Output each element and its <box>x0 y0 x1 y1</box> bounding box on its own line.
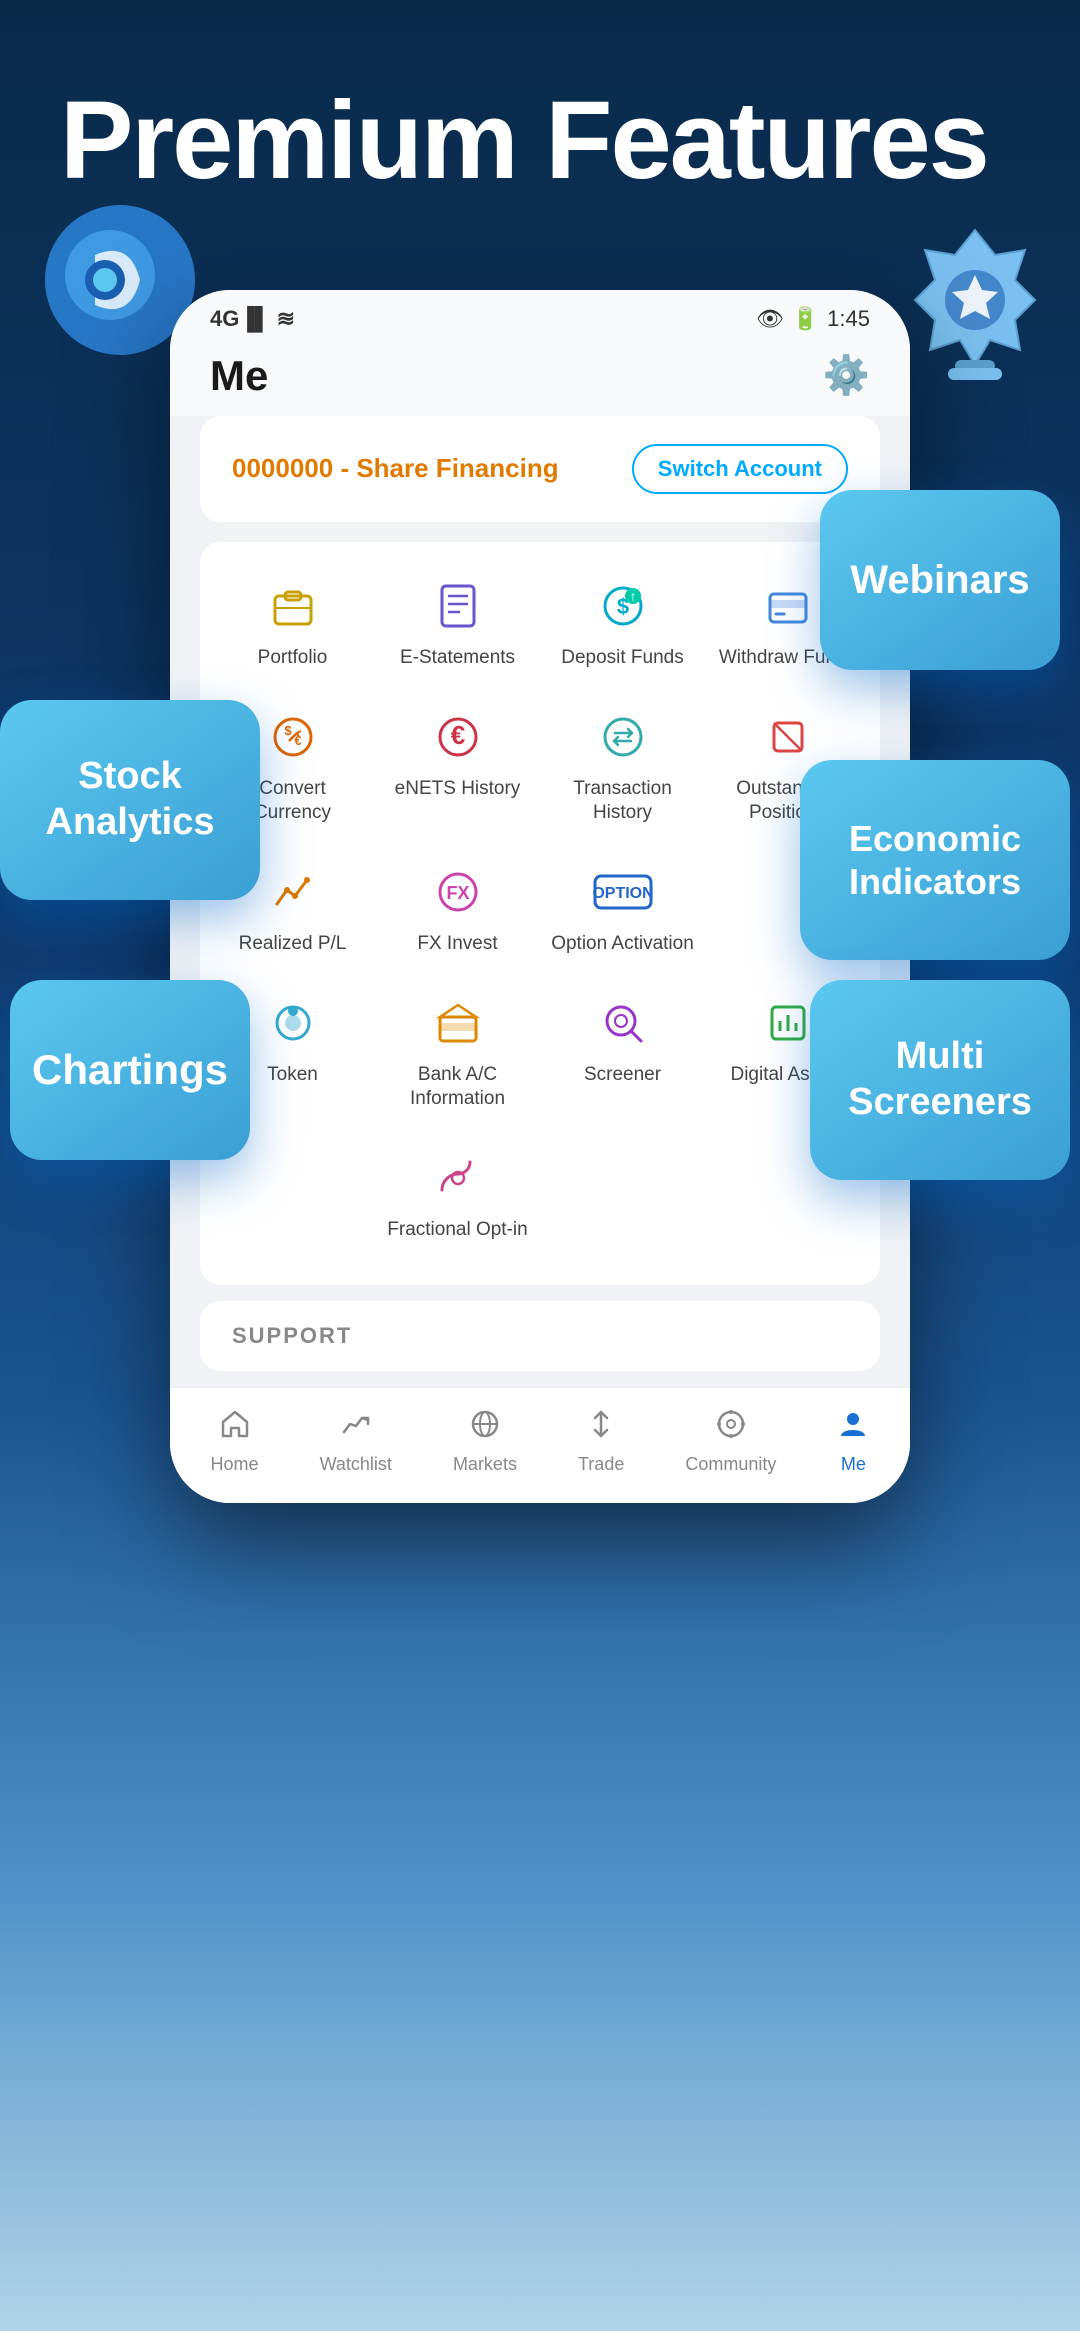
trade-icon <box>585 1408 617 1448</box>
account-name: 0000000 - Share Financing <box>232 452 559 486</box>
menu-grid: Portfolio E-Statements $↑ Deposit Funds <box>200 542 880 1285</box>
menu-row-1: Portfolio E-Statements $↑ Deposit Funds <box>210 562 870 683</box>
svg-text:FX: FX <box>446 883 469 903</box>
outstanding-icon <box>756 705 820 769</box>
stock-analytics-bubble: Stock Analytics <box>0 700 260 900</box>
home-icon <box>219 1408 251 1448</box>
bank-icon <box>426 991 490 1055</box>
watchlist-icon <box>340 1408 372 1448</box>
portfolio-icon <box>261 574 325 638</box>
menu-row-3: Realized P/L FX FX Invest OPTION Option … <box>210 848 870 969</box>
community-icon <box>715 1408 747 1448</box>
phone-screen: 4G▐▌ ≋ 👁 🔋 1:45 Me ⚙️ 0000000 - Share Fi… <box>170 290 910 1503</box>
award-badge <box>900 220 1050 380</box>
token-icon <box>261 991 325 1055</box>
portfolio-label: Portfolio <box>258 646 328 671</box>
menu-item-estatement[interactable]: E-Statements <box>378 562 538 683</box>
nav-community-label: Community <box>685 1454 776 1475</box>
svg-text:↑: ↑ <box>629 588 636 604</box>
menu-item-fractional[interactable]: Fractional Opt-in <box>378 1134 538 1255</box>
signal-indicator: 4G▐▌ ≋ <box>210 306 295 332</box>
multi-screeners-bubble: Multi Screeners <box>810 980 1070 1180</box>
menu-item-empty2 <box>543 1134 703 1255</box>
convert-icon: $€ <box>261 705 325 769</box>
option-icon: OPTION <box>591 860 655 924</box>
deposit-icon: $↑ <box>591 574 655 638</box>
nav-me-label: Me <box>841 1454 866 1475</box>
enets-label: eNETS History <box>395 777 521 802</box>
screener-icon <box>591 991 655 1055</box>
menu-row-2: $€ Convert Currency € eNETS History Tran… <box>210 693 870 838</box>
eye-icon: 👁 <box>756 306 784 332</box>
screener-label: Screener <box>584 1063 661 1088</box>
menu-item-option[interactable]: OPTION Option Activation <box>543 848 703 969</box>
fx-label: FX Invest <box>417 932 497 957</box>
nav-trade[interactable]: Trade <box>578 1408 624 1475</box>
economic-indicators-bubble: Economic Indicators <box>800 760 1070 960</box>
bank-label: Bank A/C Information <box>384 1063 532 1112</box>
menu-item-screener[interactable]: Screener <box>543 979 703 1124</box>
menu-item-deposit[interactable]: $↑ Deposit Funds <box>543 562 703 683</box>
transaction-icon <box>591 705 655 769</box>
svg-text:€: € <box>450 720 464 750</box>
menu-item-portfolio[interactable]: Portfolio <box>213 562 373 683</box>
phone-mockup: 4G▐▌ ≋ 👁 🔋 1:45 Me ⚙️ 0000000 - Share Fi… <box>170 290 910 1503</box>
chartings-bubble: Chartings <box>10 980 250 1160</box>
nav-community[interactable]: Community <box>685 1408 776 1475</box>
transaction-label: Transaction History <box>549 777 697 826</box>
markets-icon <box>469 1408 501 1448</box>
nav-watchlist-label: Watchlist <box>320 1454 392 1475</box>
webinars-bubble: Webinars <box>820 490 1060 670</box>
token-label: Token <box>267 1063 318 1088</box>
option-label: Option Activation <box>551 932 694 957</box>
menu-item-transaction[interactable]: Transaction History <box>543 693 703 838</box>
app-header: Me ⚙️ <box>170 340 910 416</box>
menu-item-enets[interactable]: € eNETS History <box>378 693 538 838</box>
realized-label: Realized P/L <box>239 932 347 957</box>
nav-me[interactable]: Me <box>837 1408 869 1475</box>
battery-icon: 🔋 <box>792 306 819 332</box>
me-icon <box>837 1408 869 1448</box>
status-bar: 4G▐▌ ≋ 👁 🔋 1:45 <box>170 290 910 340</box>
account-card: 0000000 - Share Financing Switch Account <box>200 416 880 522</box>
realized-icon <box>261 860 325 924</box>
svg-text:$: $ <box>284 723 292 738</box>
menu-item-fx[interactable]: FX FX Invest <box>378 848 538 969</box>
nav-home-label: Home <box>211 1454 259 1475</box>
screen-title: Me <box>210 352 268 400</box>
menu-row-4: Token Bank A/C Information Screener <box>210 979 870 1124</box>
time-display: 👁 🔋 1:45 <box>756 306 870 332</box>
estatement-label: E-Statements <box>400 646 515 671</box>
menu-item-bank[interactable]: Bank A/C Information <box>378 979 538 1124</box>
estatement-icon <box>426 574 490 638</box>
page-title: Premium Features <box>60 80 1020 201</box>
svg-text:OPTION: OPTION <box>593 885 653 902</box>
menu-row-5: Fractional Opt-in <box>210 1134 870 1255</box>
switch-account-button[interactable]: Switch Account <box>632 444 848 494</box>
support-section: SUPPORT <box>200 1301 880 1371</box>
nav-markets-label: Markets <box>453 1454 517 1475</box>
deposit-label: Deposit Funds <box>561 646 684 671</box>
enets-icon: € <box>426 705 490 769</box>
fractional-label: Fractional Opt-in <box>387 1218 527 1243</box>
withdraw-icon <box>756 574 820 638</box>
support-label: SUPPORT <box>232 1323 352 1348</box>
nav-home[interactable]: Home <box>211 1408 259 1475</box>
fx-icon: FX <box>426 860 490 924</box>
settings-icon[interactable]: ⚙️ <box>823 354 870 398</box>
bottom-navigation: Home Watchlist Markets Trade <box>170 1387 910 1503</box>
nav-trade-label: Trade <box>578 1454 624 1475</box>
nav-watchlist[interactable]: Watchlist <box>320 1408 392 1475</box>
nav-markets[interactable]: Markets <box>453 1408 517 1475</box>
fractional-icon <box>426 1146 490 1210</box>
